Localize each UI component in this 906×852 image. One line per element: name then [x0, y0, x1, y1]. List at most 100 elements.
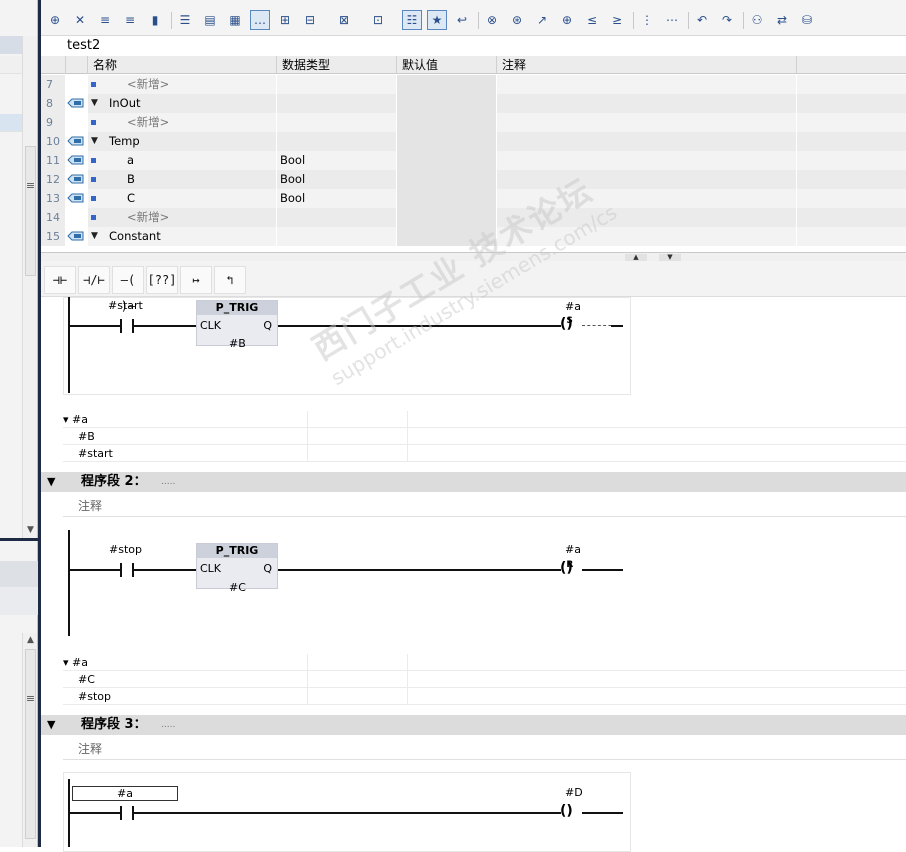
operand-start[interactable]: #start [63, 445, 308, 462]
param-default[interactable] [396, 75, 496, 94]
stamp-icon[interactable]: ▮ [145, 10, 165, 30]
operand-stop[interactable]: #stop [63, 688, 308, 705]
network-1-rung[interactable] [63, 297, 631, 395]
contact-operand[interactable]: #start [108, 299, 143, 312]
interface-row[interactable]: 10 Temp ▼ [41, 132, 906, 151]
insert-row-icon[interactable]: ⊕ [45, 10, 65, 30]
insert-network-icon[interactable]: ≡ [95, 10, 115, 30]
operand-a[interactable]: ▾ #a [63, 654, 308, 671]
param-comment[interactable] [496, 227, 796, 246]
close-all-networks-icon[interactable]: ▦ [225, 10, 245, 30]
undo-icon[interactable]: ↶ [692, 10, 712, 30]
col-name[interactable]: 名称 [87, 56, 276, 74]
param-default[interactable] [396, 94, 496, 113]
coil-set[interactable]: (S) [560, 316, 573, 332]
absolute-ops-icon[interactable]: ⊞ [275, 10, 295, 30]
param-type[interactable] [276, 94, 396, 113]
param-default[interactable] [396, 227, 496, 246]
param-name[interactable]: a [127, 151, 134, 170]
no-contact-button[interactable]: ⊣⊢ [44, 266, 76, 294]
monitor-icon[interactable]: ⊛ [507, 10, 527, 30]
sort-icon[interactable]: ⊡ [368, 10, 388, 30]
fb-operand[interactable]: #C [229, 581, 246, 594]
param-type[interactable] [276, 208, 396, 227]
expand-icon[interactable]: ▼ [91, 132, 98, 151]
param-default[interactable] [396, 113, 496, 132]
open-branch-button[interactable]: ↦ [180, 266, 212, 294]
editor-splitter[interactable]: ▲ ▼ [41, 252, 906, 261]
redo-icon[interactable]: ↷ [717, 10, 737, 30]
prev-error-icon[interactable]: ≥ [607, 10, 627, 30]
param-type[interactable] [276, 75, 396, 94]
network-list-icon[interactable]: ☰ [175, 10, 195, 30]
show-hide-icon[interactable]: ☷ [402, 10, 422, 30]
close-branch-button[interactable]: ↰ [214, 266, 246, 294]
param-comment[interactable] [496, 113, 796, 132]
param-type[interactable]: Bool [276, 170, 396, 189]
param-name[interactable]: Constant [109, 227, 161, 246]
empty-box-button[interactable]: [??] [146, 266, 178, 294]
error-next-icon[interactable]: ⊗ [482, 10, 502, 30]
delete-row-icon[interactable]: ✕ [70, 10, 90, 30]
compare-icon[interactable]: ⇄ [772, 10, 792, 30]
move-down-icon[interactable]: ⊠ [334, 10, 354, 30]
interface-row[interactable]: 12 Bool B [41, 170, 906, 189]
outdent-icon[interactable]: ⋯ [662, 10, 682, 30]
interface-row[interactable]: 14 <新增> [41, 208, 906, 227]
comment-icon[interactable]: … [250, 10, 270, 30]
col-comment[interactable]: 注释 [496, 56, 796, 74]
monitoring-icon[interactable]: ⚇ [747, 10, 767, 30]
network-2-comment[interactable]: 注释 [63, 495, 906, 517]
tree-row[interactable] [0, 56, 22, 74]
database-icon[interactable]: ⛁ [797, 10, 817, 30]
coil-button[interactable]: –( )– [112, 266, 144, 313]
param-comment[interactable] [496, 208, 796, 227]
coil-operand[interactable]: #a [565, 300, 581, 313]
collapse-icon[interactable]: ▼ [47, 715, 55, 735]
interface-row[interactable]: 15 Constant ▼ [41, 227, 906, 246]
param-type[interactable]: Bool [276, 151, 396, 170]
param-default[interactable] [396, 151, 496, 170]
col-default[interactable]: 默认值 [396, 56, 496, 74]
delete-network-icon[interactable]: ≡ [120, 10, 140, 30]
network-3-comment[interactable]: 注释 [63, 738, 906, 760]
coil-reset[interactable]: (R) [560, 560, 573, 576]
fb-operand[interactable]: #B [229, 337, 246, 350]
coil-operand[interactable]: #D [565, 786, 583, 799]
param-type[interactable]: Bool [276, 189, 396, 208]
interface-row[interactable]: 9 <新增> [41, 113, 906, 132]
operand-C[interactable]: #C [63, 671, 308, 688]
param-name[interactable]: C [127, 189, 135, 208]
param-comment[interactable] [496, 151, 796, 170]
collapse-up-icon[interactable]: ▲ [625, 254, 647, 261]
param-type[interactable] [276, 227, 396, 246]
call-icon[interactable]: ↗ [532, 10, 552, 30]
interface-row[interactable]: 11 Bool a [41, 151, 906, 170]
col-datatype[interactable]: 数据类型 [276, 56, 396, 74]
scroll-down-icon[interactable]: ▼ [24, 523, 37, 538]
next-error-icon[interactable]: ≤ [582, 10, 602, 30]
param-type[interactable] [276, 132, 396, 151]
go-to-icon[interactable]: ↩ [452, 10, 472, 30]
nc-contact-button[interactable]: ⊣/⊢ [78, 266, 110, 294]
param-type[interactable] [276, 113, 396, 132]
coil[interactable]: ( ) [560, 803, 573, 819]
coil-operand[interactable]: #a [565, 543, 581, 556]
interface-row[interactable]: 13 Bool C [41, 189, 906, 208]
favorites-star-icon[interactable]: ★ [427, 10, 447, 30]
interface-row[interactable]: 8 InOut ▼ [41, 94, 906, 113]
network-2-header[interactable]: ▼ 程序段 2： ..... [41, 472, 906, 492]
param-name[interactable]: <新增> [127, 208, 169, 227]
interface-row[interactable]: 7 <新增> [41, 75, 906, 94]
insert-call-icon[interactable]: ⊕ [557, 10, 577, 30]
indent-icon[interactable]: ⋮ [637, 10, 657, 30]
param-comment[interactable] [496, 94, 796, 113]
param-comment[interactable] [496, 189, 796, 208]
param-name[interactable]: Temp [109, 132, 140, 151]
expand-down-icon[interactable]: ▼ [659, 254, 681, 261]
operand-a[interactable]: ▾ #a [63, 411, 308, 428]
param-name[interactable]: InOut [109, 94, 141, 113]
tree-row-selected[interactable] [0, 114, 22, 132]
tree-scrollbar[interactable]: ▼ ≡ [22, 36, 37, 538]
collapse-icon[interactable]: ▼ [47, 472, 55, 492]
